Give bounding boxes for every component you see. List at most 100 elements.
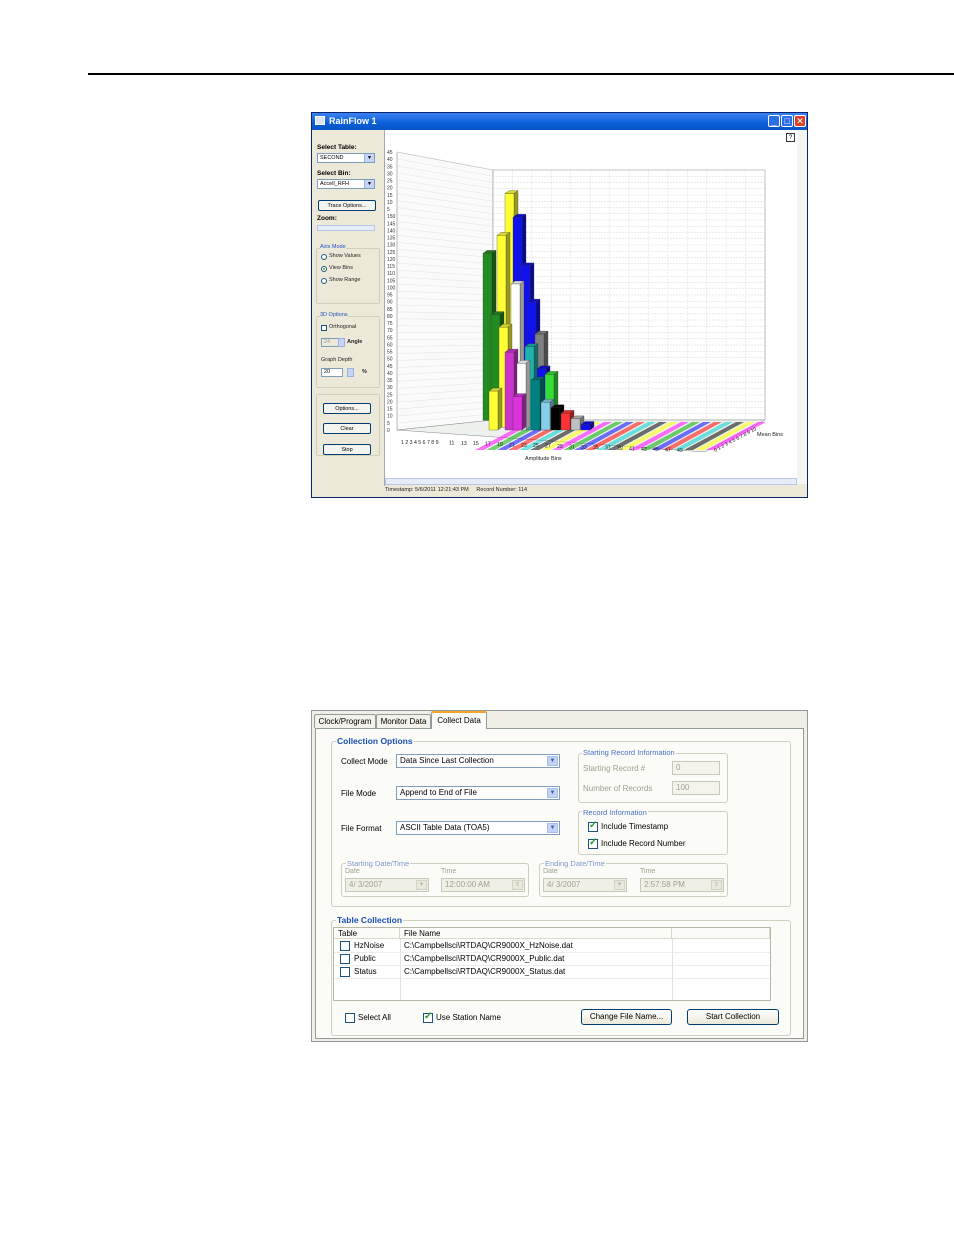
options-3d-label: 3D Options: [320, 312, 348, 318]
chevron-down-icon[interactable]: ▼: [364, 180, 374, 188]
start-date-value: 4/ 3/2007: [349, 880, 383, 889]
help-icon[interactable]: ?: [786, 133, 795, 142]
file-mode-value: Append to End of File: [400, 788, 477, 797]
x-tick-label: 21: [509, 442, 515, 448]
chevron-down-icon[interactable]: ▼: [364, 154, 374, 162]
trace-options-button[interactable]: Trace Options...: [318, 200, 376, 211]
table-row[interactable]: HzNoise C:\Campbellsci\RTDAQ\CR9000X_HzN…: [334, 940, 770, 953]
axis-mode-radio-range[interactable]: [321, 278, 327, 284]
rainflow-title-bar[interactable]: RainFlow 1 _ □ ✕: [312, 113, 807, 130]
plot-horizontal-scrollbar[interactable]: [385, 478, 797, 485]
axis-mode-radio-bins[interactable]: [321, 266, 327, 272]
y-tick-label: 15: [387, 193, 393, 199]
bar: [570, 418, 581, 431]
spin-arrows-icon[interactable]: ⇕: [512, 880, 523, 890]
end-date-picker[interactable]: 4/ 3/2007 ▼: [543, 878, 627, 892]
y-tick-label: 45: [387, 364, 393, 370]
select-table-value: SECOND: [320, 155, 344, 161]
select-all-checkbox[interactable]: [345, 1013, 355, 1023]
collect-data-panel: Clock/Program Monitor Data Collect Data …: [311, 710, 808, 1042]
maximize-icon[interactable]: □: [781, 115, 793, 127]
y-tick-label: 0: [387, 428, 390, 434]
table-collection-title: Table Collection: [336, 915, 404, 925]
axis-mode-option-values: Show Values: [329, 253, 361, 259]
chevron-down-icon[interactable]: ▼: [547, 788, 558, 798]
start-date-label: Date: [345, 868, 360, 875]
number-records-input[interactable]: 100: [672, 781, 720, 795]
tab-clock-program[interactable]: Clock/Program: [314, 714, 376, 728]
bar: [530, 379, 541, 431]
y-tick-label: 10: [387, 414, 393, 420]
tab-monitor-data[interactable]: Monitor Data: [376, 714, 431, 728]
options-button[interactable]: Options...: [323, 403, 371, 414]
starting-record-input[interactable]: 0: [672, 761, 720, 775]
file-mode-select[interactable]: Append to End of File ▼: [396, 786, 560, 800]
file-mode-label: File Mode: [341, 789, 377, 798]
column-header-empty: [672, 928, 770, 939]
column-header-table[interactable]: Table: [334, 928, 400, 939]
column-header-file-name[interactable]: File Name: [400, 928, 672, 939]
bar-side-face: [525, 359, 531, 431]
start-time-picker[interactable]: 12:00:00 AM ⇕: [441, 878, 525, 892]
spin-arrows-icon[interactable]: ⇕: [711, 880, 722, 890]
select-table-label: Select Table:: [317, 144, 357, 151]
stop-button[interactable]: Stop: [323, 444, 371, 455]
clear-button[interactable]: Clear: [323, 423, 371, 434]
axis-mode-option-range: Show Range: [329, 277, 361, 283]
chevron-down-icon[interactable]: ▼: [614, 880, 625, 890]
graph-depth-spinner[interactable]: 20: [321, 368, 343, 377]
axis-mode-radio-values[interactable]: [321, 254, 327, 260]
include-timestamp-checkbox[interactable]: [588, 820, 598, 832]
minimize-icon[interactable]: _: [768, 115, 780, 127]
select-bin-combo[interactable]: Accell_RFH ▼: [317, 179, 375, 189]
file-format-select[interactable]: ASCII Table Data (TOA5) ▼: [396, 821, 560, 835]
start-collection-button[interactable]: Start Collection: [687, 1009, 779, 1025]
record-info-group: [578, 811, 728, 855]
table-row-checkbox[interactable]: [340, 954, 350, 964]
collect-mode-select[interactable]: Data Since Last Collection ▼: [396, 754, 560, 768]
axis-mode-label: Axis Mode: [320, 244, 346, 250]
angle-spin-buttons[interactable]: [338, 338, 345, 347]
table-row-checkbox[interactable]: [340, 941, 350, 951]
include-timestamp-label: Include Timestamp: [601, 822, 669, 831]
file-format-label: File Format: [341, 824, 382, 833]
y-tick-label: 25: [387, 392, 393, 398]
orthogonal-checkbox[interactable]: [321, 325, 327, 331]
collect-mode-value: Data Since Last Collection: [400, 756, 494, 765]
select-table-combo[interactable]: SECOND ▼: [317, 153, 375, 163]
chevron-down-icon[interactable]: ▼: [547, 823, 558, 833]
x-tick-label: 17: [485, 442, 491, 448]
table-row[interactable]: Public C:\Campbellsci\RTDAQ\CR9000X_Publ…: [334, 953, 770, 966]
end-date-label: Date: [543, 868, 558, 875]
y-tick-label: 20: [387, 399, 393, 405]
table-row-checkbox[interactable]: [340, 967, 350, 977]
table-row-file: C:\Campbellsci\RTDAQ\CR9000X_Public.dat: [404, 954, 565, 963]
select-bin-value: Accell_RFH: [320, 181, 350, 187]
graph-depth-spin-buttons[interactable]: [347, 368, 354, 377]
chevron-down-icon[interactable]: ▼: [416, 880, 427, 890]
y-tick-label: 105: [387, 278, 396, 284]
plot-vertical-scrollbar[interactable]: [797, 130, 807, 484]
end-time-picker[interactable]: 2:57:58 PM ⇕: [640, 878, 724, 892]
x-tick-label: 33: [581, 445, 587, 451]
include-record-number-checkbox[interactable]: [588, 837, 598, 849]
end-time-value: 2:57:58 PM: [644, 880, 685, 889]
y-tick-label: 45: [387, 150, 393, 156]
table-row[interactable]: Status C:\Campbellsci\RTDAQ\CR9000X_Stat…: [334, 966, 770, 979]
x-tick-label: 15: [473, 441, 479, 447]
start-date-picker[interactable]: 4/ 3/2007 ▼: [345, 878, 429, 892]
table-row-file: C:\Campbellsci\RTDAQ\CR9000X_Status.dat: [404, 967, 566, 976]
bar: [488, 390, 499, 431]
change-file-name-button[interactable]: Change File Name...: [581, 1009, 672, 1025]
include-record-number-label: Include Record Number: [601, 839, 686, 848]
chevron-down-icon[interactable]: ▼: [547, 756, 558, 766]
page-top-rule: [88, 73, 954, 75]
x-tick-label: 47: [665, 448, 671, 454]
y-tick-label: 80: [387, 314, 393, 320]
y-tick-label: 95: [387, 293, 393, 299]
y-tick-label: 55: [387, 350, 393, 356]
close-icon[interactable]: ✕: [794, 115, 806, 127]
use-station-name-checkbox[interactable]: [423, 1011, 433, 1023]
zoom-slider[interactable]: [317, 225, 375, 231]
tab-collect-data[interactable]: Collect Data: [431, 711, 487, 729]
